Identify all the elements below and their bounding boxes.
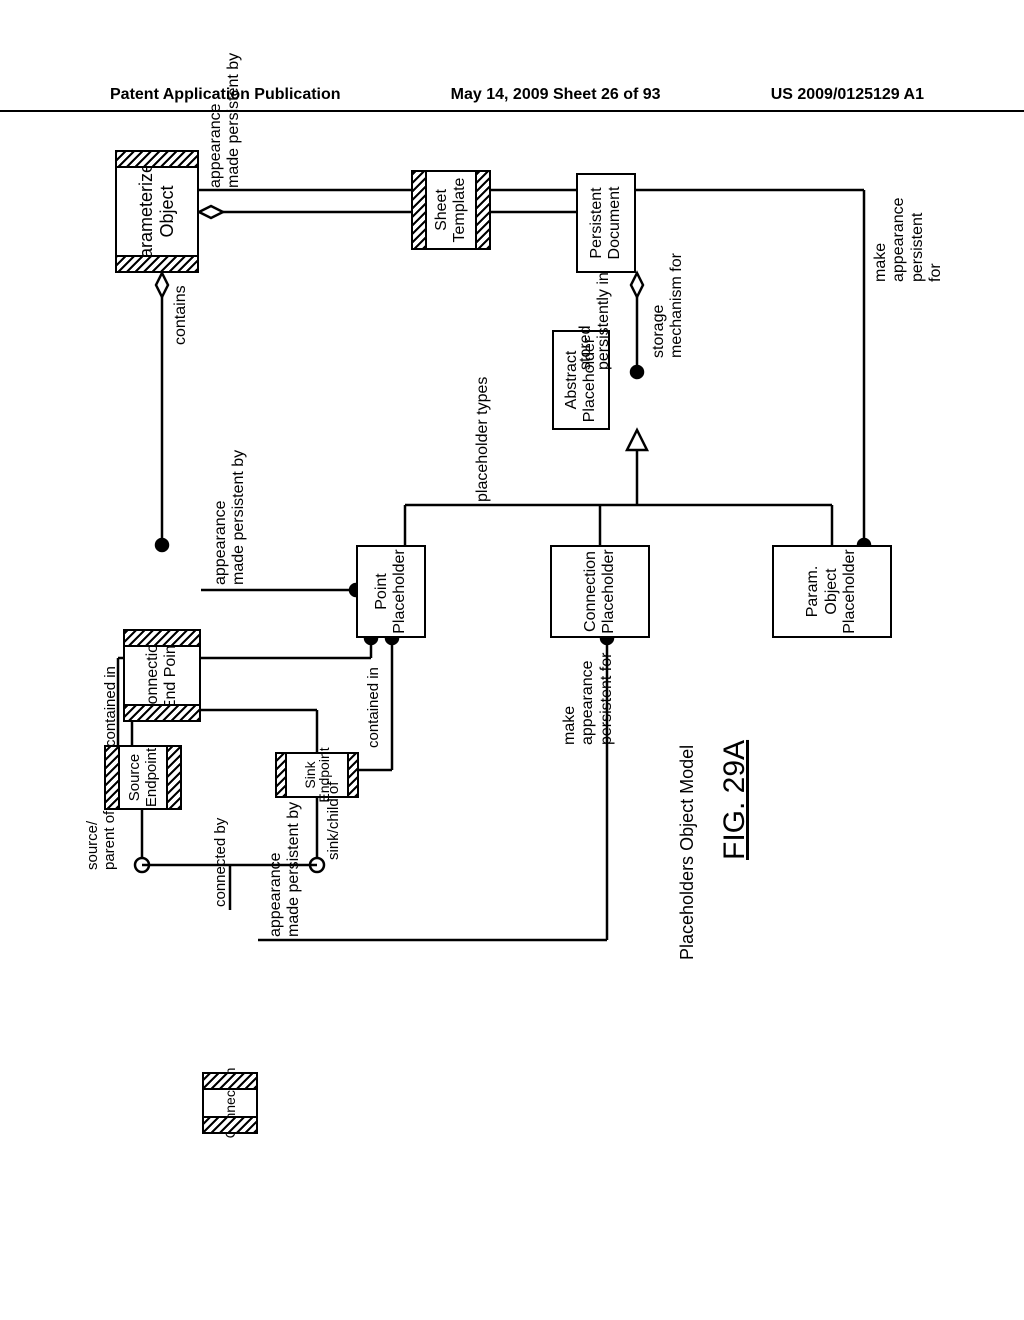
label-sink-child-of: sink/child of — [325, 782, 342, 860]
figure-number: FIG. 29A — [718, 740, 753, 860]
label-contained-in-sink: contained in — [365, 667, 382, 748]
box-persistent-document: Persistent Document — [576, 173, 636, 273]
label-connected-by: connected by — [212, 818, 229, 907]
box-connection: Connection — [202, 1072, 258, 1134]
box-label: Parameterized Object — [136, 153, 177, 270]
label-appearance-made-persistent-by-cep: appearance made persistent by — [212, 450, 249, 585]
box-label: Connection — [223, 1068, 237, 1139]
label-storage-mechanism-for: storage mechanism for — [650, 253, 687, 358]
box-param-object-placeholder: Param. Object Placeholder — [772, 545, 892, 638]
label-make-appearance-persistent-for-conn: make appearance persistent for — [561, 653, 616, 745]
box-point-placeholder: Point Placeholder — [356, 545, 426, 638]
box-label: Point Placeholder — [373, 549, 410, 634]
header-right: US 2009/0125129 A1 — [771, 86, 924, 104]
label-contained-in-source: contained in — [102, 666, 119, 747]
diagram-area: Parameterized Object Sheet Template Pers… — [112, 150, 912, 1250]
box-label: Sheet Template — [427, 172, 475, 248]
box-source-endpoint: Source Endpoint — [104, 745, 182, 810]
box-label: Source Endpoint — [120, 748, 166, 807]
figure-title: Placeholders Object Model — [677, 745, 698, 960]
label-appearance-made-persistent-by-top: appearance made persistent by — [207, 53, 244, 188]
box-connection-placeholder: Connection Placeholder — [550, 545, 650, 638]
box-sink-endpoint: Sink Endpoint — [275, 752, 359, 798]
fig-number-text: FIG. 29A — [718, 740, 751, 860]
box-label: Connection Placeholder — [582, 549, 619, 634]
box-parameterized-object: Parameterized Object — [115, 150, 199, 273]
label-source-parent-of: source/ parent of — [84, 811, 119, 870]
box-label: Persistent Document — [588, 179, 623, 267]
box-label: Param. Object Placeholder — [804, 547, 859, 636]
box-sheet-template: Sheet Template — [411, 170, 491, 250]
label-make-appearance-persistent-for: make appearance persistent for — [872, 197, 946, 282]
label-appearance-made-persistent-by-conn: appearance made persistent by — [267, 802, 304, 937]
label-contains: contains — [172, 285, 190, 345]
box-connection-end-point: Connection End Point — [123, 629, 201, 722]
box-label: Connection End Point — [144, 635, 181, 716]
label-placeholder-types: placeholder types — [474, 377, 492, 502]
header-center: May 14, 2009 Sheet 26 of 93 — [451, 86, 661, 104]
label-stored-persistently-in: stored persistently in — [577, 272, 614, 370]
